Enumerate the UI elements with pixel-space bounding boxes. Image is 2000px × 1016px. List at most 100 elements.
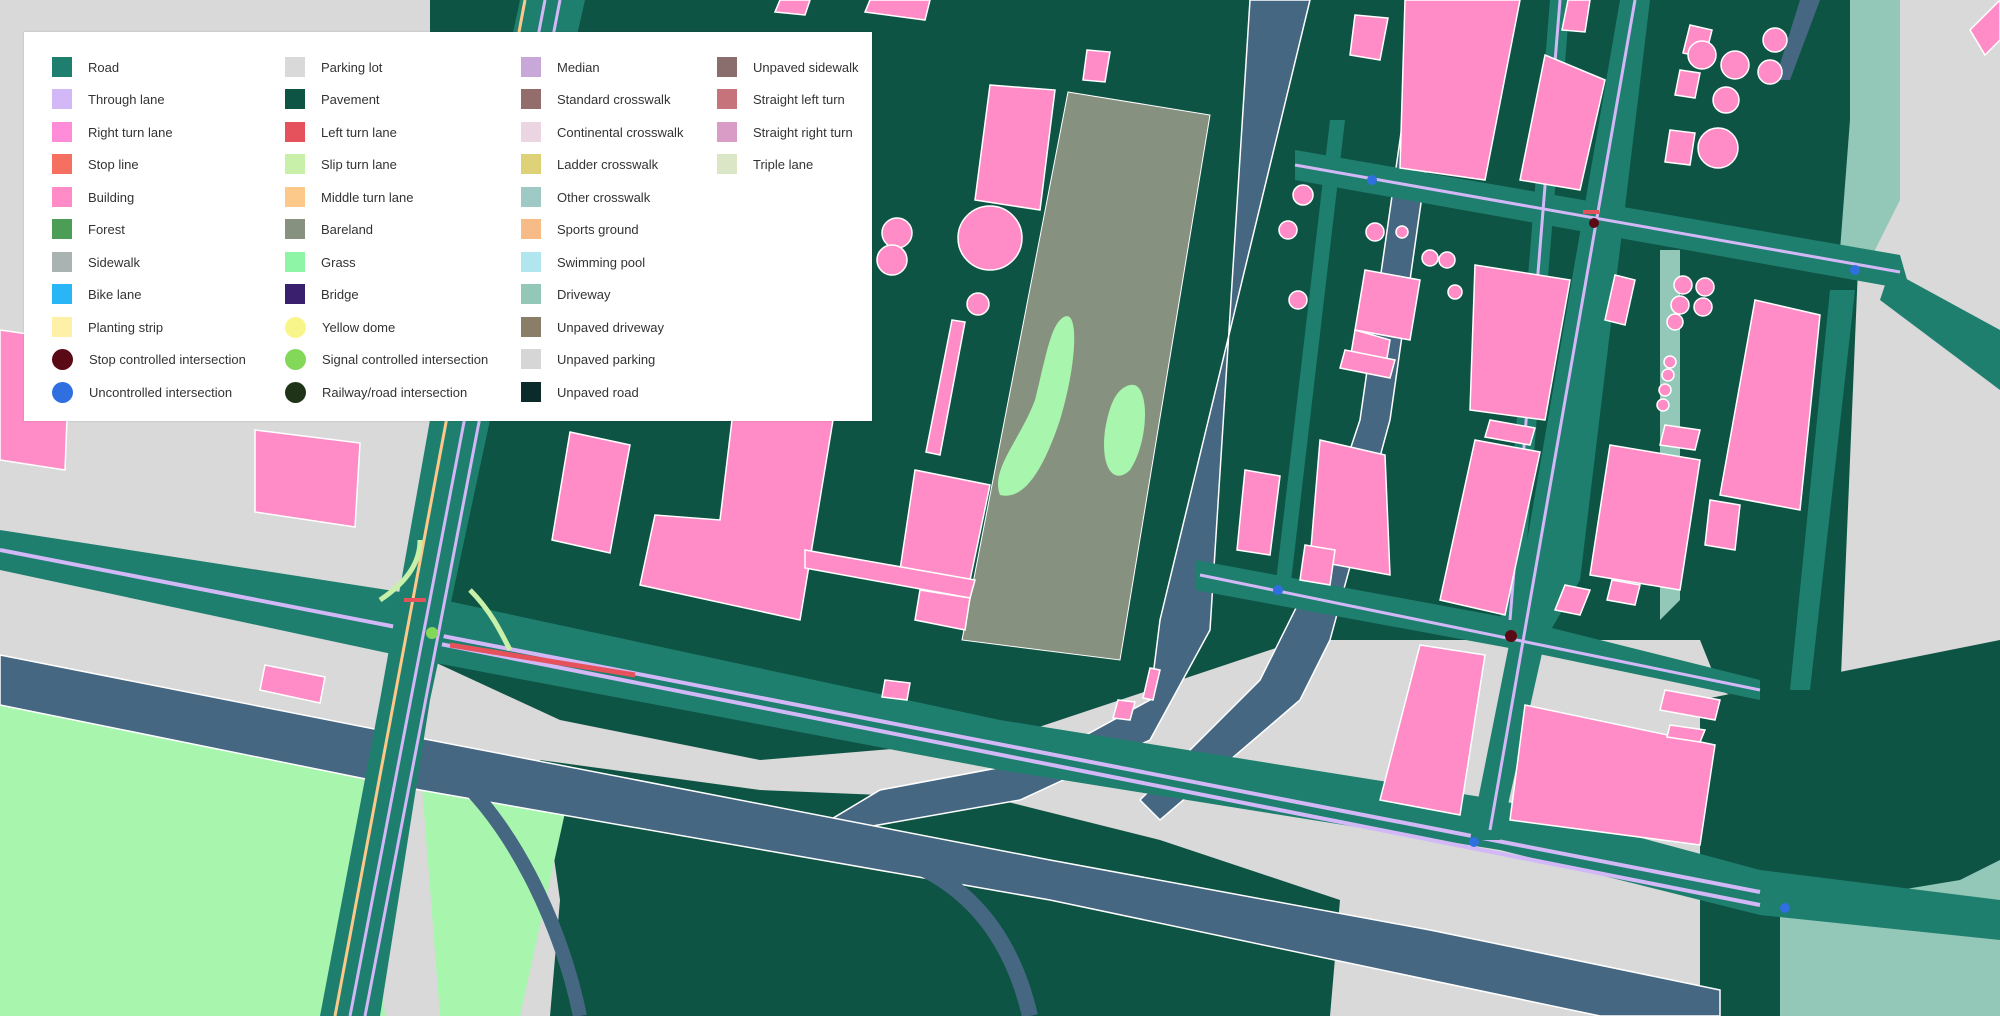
legend-swatch: [52, 348, 73, 370]
legend-swatch: [521, 317, 541, 337]
uncontrolled-intersection-marker[interactable]: [1469, 837, 1479, 847]
building: [1365, 222, 1385, 242]
legend-label: Unpaved driveway: [557, 319, 664, 335]
legend-label: Standard crosswalk: [557, 91, 671, 107]
building: [1687, 40, 1717, 70]
building: [1663, 355, 1677, 369]
legend-swatch: [521, 122, 541, 142]
signal-intersection-marker[interactable]: [426, 627, 438, 639]
legend-item: Bareland: [257, 216, 373, 242]
legend-swatch: [521, 187, 541, 207]
legend-item: Through lane: [24, 86, 165, 112]
legend-item: Unpaved road: [493, 379, 639, 405]
legend-item: Road: [24, 54, 119, 80]
legend-item: Signal controlled intersection: [257, 346, 488, 372]
building: [1712, 86, 1740, 114]
building: [1704, 499, 1741, 551]
legend-label: Bridge: [321, 286, 359, 302]
building: [1354, 269, 1421, 341]
uncontrolled-intersection-marker[interactable]: [1850, 265, 1860, 275]
legend-label: Signal controlled intersection: [322, 351, 489, 367]
legend-swatch: [521, 219, 541, 239]
legend-label: Left turn lane: [321, 124, 397, 140]
building: [773, 0, 811, 16]
building: [1292, 184, 1314, 206]
building: [1693, 297, 1713, 317]
legend-label: Parking lot: [321, 59, 383, 75]
legend-item: Railway/road intersection: [257, 379, 467, 405]
legend-label: Right turn lane: [88, 124, 173, 140]
legend-item: Straight left turn: [689, 86, 845, 112]
stop-line: [1583, 210, 1599, 214]
legend-swatch: [285, 316, 306, 338]
building: [1438, 251, 1456, 269]
legend-swatch: [52, 154, 72, 174]
legend-item: Ladder crosswalk: [493, 151, 658, 177]
uncontrolled-intersection-marker[interactable]: [1780, 903, 1790, 913]
legend-swatch: [52, 89, 72, 109]
building: [254, 429, 361, 528]
legend-swatch: [285, 381, 306, 403]
legend-item: Forest: [24, 216, 125, 242]
uncontrolled-intersection-marker[interactable]: [1273, 585, 1283, 595]
legend-item: Driveway: [493, 281, 610, 307]
legend-label: Bareland: [321, 221, 374, 237]
legend-label: Other crosswalk: [557, 189, 651, 205]
legend-swatch: [285, 284, 305, 304]
legend-item: Left turn lane: [257, 119, 397, 145]
legend-swatch: [52, 187, 72, 207]
legend-swatch: [52, 57, 72, 77]
building: [1664, 129, 1696, 166]
building: [1697, 127, 1739, 169]
legend-label: Stop controlled intersection: [89, 351, 246, 367]
legend-item: Sidewalk: [24, 249, 140, 275]
legend-label: Driveway: [557, 286, 611, 302]
legend-label: Building: [88, 189, 135, 205]
legend-item: Unpaved sidewalk: [689, 54, 859, 80]
legend-item: Triple lane: [689, 151, 813, 177]
building: [1661, 368, 1675, 382]
legend-item: Grass: [257, 249, 356, 275]
legend-label: Triple lane: [753, 156, 814, 172]
legend-item: Median: [493, 54, 600, 80]
legend-label: Straight right turn: [753, 124, 853, 140]
legend-item: Yellow dome: [257, 314, 395, 340]
legend-swatch: [52, 219, 72, 239]
legend-item: Swimming pool: [493, 249, 645, 275]
building: [1720, 50, 1750, 80]
stop-intersection-marker[interactable]: [1505, 630, 1517, 642]
building: [881, 679, 911, 701]
legend-item: Pavement: [257, 86, 380, 112]
legend-label: Bike lane: [88, 286, 142, 302]
building: [957, 205, 1023, 271]
legend-item: Sports ground: [493, 216, 639, 242]
building: [1670, 295, 1690, 315]
legend-swatch: [717, 154, 737, 174]
legend-label: Unpaved sidewalk: [753, 59, 859, 75]
stop-intersection-marker[interactable]: [1589, 218, 1599, 228]
legend-swatch: [521, 154, 541, 174]
legend-swatch: [285, 57, 305, 77]
building: [1589, 444, 1701, 591]
uncontrolled-intersection-marker[interactable]: [1367, 175, 1377, 185]
legend-swatch: [521, 349, 541, 369]
building: [1658, 383, 1672, 397]
stop-line: [404, 598, 426, 602]
building: [1395, 225, 1409, 239]
legend-item: Stop line: [24, 151, 139, 177]
legend-label: Unpaved road: [557, 384, 639, 400]
legend-item: Unpaved driveway: [493, 314, 664, 340]
legend-item: Stop controlled intersection: [24, 346, 246, 372]
legend-label: Sports ground: [557, 221, 639, 237]
legend-label: Sidewalk: [88, 254, 141, 270]
legend-label: Stop line: [88, 156, 139, 172]
building: [966, 292, 990, 316]
legend-swatch: [285, 252, 305, 272]
legend-label: Road: [88, 59, 120, 75]
legend-swatch: [285, 89, 305, 109]
legend-item: Planting strip: [24, 314, 163, 340]
building: [1674, 69, 1701, 99]
building: [1659, 424, 1701, 451]
building: [974, 84, 1056, 211]
legend-label: Continental crosswalk: [557, 124, 684, 140]
